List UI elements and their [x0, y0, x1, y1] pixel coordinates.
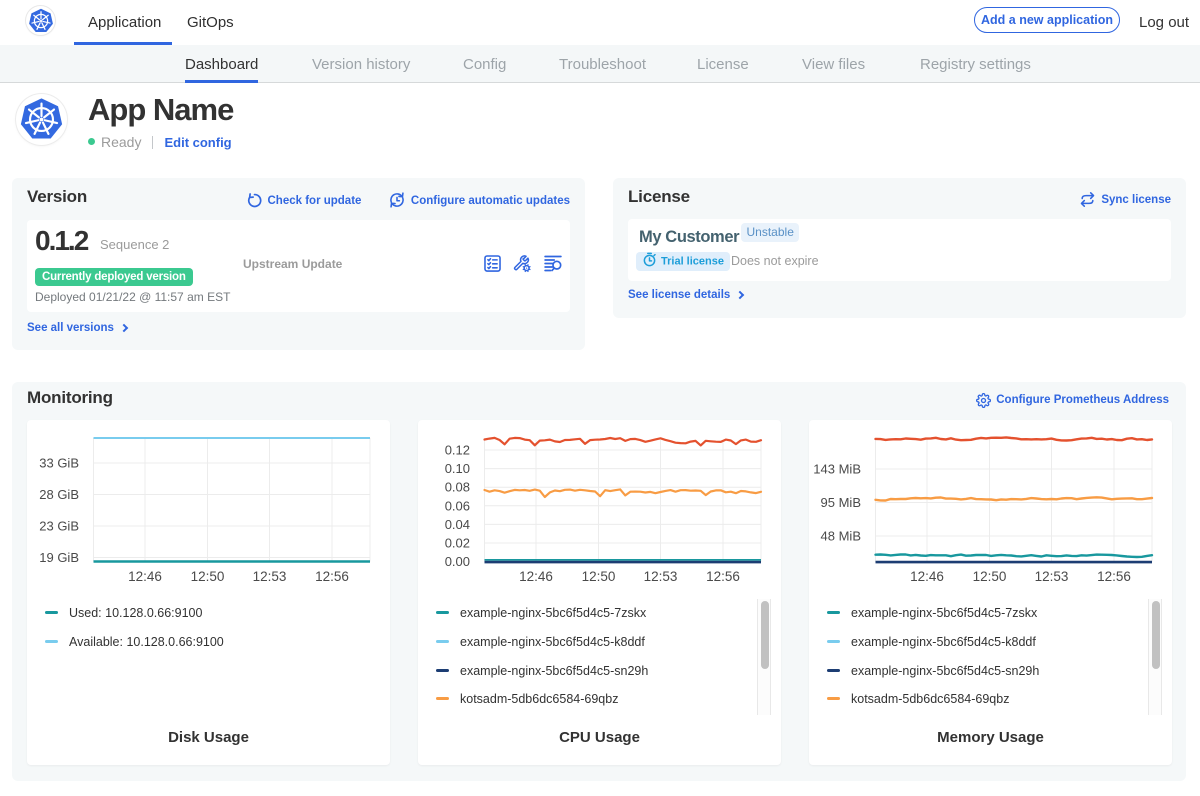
svg-text:28 GiB: 28 GiB — [39, 487, 79, 502]
svg-text:48 MiB: 48 MiB — [821, 529, 861, 544]
svg-text:23 GiB: 23 GiB — [39, 519, 79, 534]
svg-text:12:53: 12:53 — [644, 569, 678, 584]
svg-text:12:53: 12:53 — [1035, 569, 1069, 584]
svg-text:0.00: 0.00 — [445, 554, 470, 569]
svg-text:12:53: 12:53 — [253, 569, 287, 584]
svg-text:0.06: 0.06 — [445, 498, 470, 513]
svg-text:0.08: 0.08 — [445, 480, 470, 495]
svg-text:12:46: 12:46 — [910, 569, 944, 584]
svg-text:0.12: 0.12 — [445, 443, 470, 458]
svg-text:12:56: 12:56 — [706, 569, 740, 584]
svg-text:12:50: 12:50 — [582, 569, 616, 584]
svg-text:12:50: 12:50 — [973, 569, 1007, 584]
svg-text:12:46: 12:46 — [519, 569, 553, 584]
svg-text:33 GiB: 33 GiB — [39, 456, 79, 471]
svg-text:19 GiB: 19 GiB — [39, 550, 79, 565]
svg-text:95 MiB: 95 MiB — [821, 495, 861, 510]
svg-text:12:56: 12:56 — [1097, 569, 1131, 584]
svg-text:0.04: 0.04 — [445, 517, 470, 532]
svg-text:12:50: 12:50 — [191, 569, 225, 584]
svg-text:0.10: 0.10 — [445, 461, 470, 476]
svg-text:12:56: 12:56 — [315, 569, 349, 584]
svg-text:0.02: 0.02 — [445, 536, 470, 551]
svg-text:12:46: 12:46 — [128, 569, 162, 584]
svg-text:143 MiB: 143 MiB — [813, 462, 861, 477]
